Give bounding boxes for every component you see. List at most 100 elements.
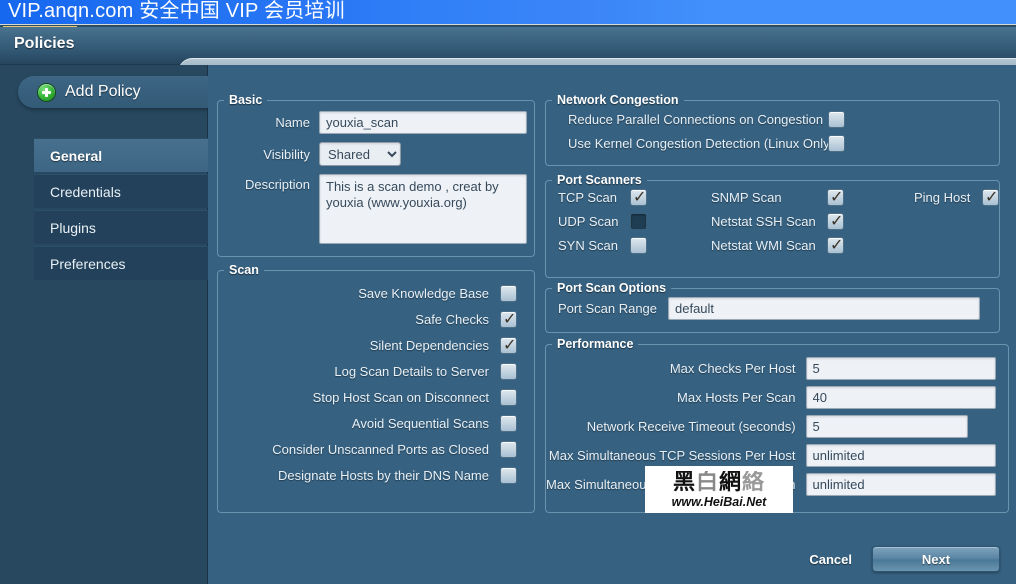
- port-scanner-row[interactable]: SNMP Scan: [711, 189, 844, 206]
- scan-option-row[interactable]: Designate Hosts by their DNS Name: [218, 462, 534, 488]
- basic-legend: Basic: [224, 93, 267, 107]
- max-simultaneous-tcp-per-scan-input[interactable]: [806, 473, 996, 496]
- scan-option-row[interactable]: Stop Host Scan on Disconnect: [218, 384, 534, 410]
- port-scanner-label: SYN Scan: [558, 238, 630, 253]
- description-label: Description: [218, 174, 310, 192]
- reduce-parallel-connections-checkbox[interactable]: [828, 111, 845, 128]
- port-scanner-label: Netstat SSH Scan: [711, 214, 827, 229]
- basic-fieldset: Basic Name Visibility Shared Private Des…: [217, 93, 535, 257]
- congestion-option-row[interactable]: Reduce Parallel Connections on Congestio…: [546, 107, 999, 131]
- max-simultaneous-tcp-per-host-input[interactable]: [806, 444, 996, 467]
- congestion-option-label: Use Kernel Congestion Detection (Linux O…: [568, 136, 828, 151]
- port-scanner-row[interactable]: UDP Scan: [558, 213, 647, 230]
- visibility-label: Visibility: [218, 147, 310, 162]
- scan-fieldset: Scan Save Knowledge Base Safe Checks Sil…: [217, 263, 535, 513]
- performance-field-label: Max Checks Per Host: [670, 361, 796, 376]
- scan-option-row[interactable]: Silent Dependencies: [218, 332, 534, 358]
- scan-option-row[interactable]: Safe Checks: [218, 306, 534, 332]
- sidebar-item-label: Plugins: [50, 220, 96, 236]
- port-scan-range-input[interactable]: [668, 297, 980, 320]
- scan-option-label: Safe Checks: [415, 312, 489, 327]
- add-policy-button[interactable]: Add Policy: [18, 76, 208, 108]
- scan-option-row[interactable]: Consider Unscanned Ports as Closed: [218, 436, 534, 462]
- port-scanner-row[interactable]: Netstat SSH Scan: [711, 213, 844, 230]
- scan-legend: Scan: [224, 263, 264, 277]
- kernel-congestion-detection-checkbox[interactable]: [828, 135, 845, 152]
- sidebar-item-general[interactable]: General: [34, 138, 208, 172]
- max-checks-per-host-input[interactable]: [806, 357, 996, 380]
- unscanned-ports-closed-checkbox[interactable]: [500, 441, 517, 458]
- port-scanner-row[interactable]: TCP Scan: [558, 189, 647, 206]
- port-scanner-label: Ping Host: [914, 190, 982, 205]
- avoid-sequential-scans-checkbox[interactable]: [500, 415, 517, 432]
- port-scanner-label: UDP Scan: [558, 214, 630, 229]
- sidebar-nav: General Credentials Plugins Preferences: [34, 138, 208, 282]
- scan-option-row[interactable]: Log Scan Details to Server: [218, 358, 534, 384]
- network-congestion-legend: Network Congestion: [552, 93, 684, 107]
- port-scanner-row[interactable]: Ping Host: [914, 189, 999, 206]
- silent-dependencies-checkbox[interactable]: [500, 337, 517, 354]
- port-scanner-row[interactable]: Netstat WMI Scan: [711, 237, 844, 254]
- ping-host-checkbox[interactable]: [982, 189, 999, 206]
- network-congestion-fieldset: Network Congestion Reduce Parallel Conne…: [545, 93, 1000, 166]
- cancel-button[interactable]: Cancel: [803, 548, 858, 571]
- network-receive-timeout-input[interactable]: [806, 415, 968, 438]
- app-header: Policies Reports Scans Policies Users: [0, 27, 1016, 65]
- sidebar-item-label: Credentials: [50, 184, 121, 200]
- designate-hosts-dns-checkbox[interactable]: [500, 467, 517, 484]
- performance-field-label: Max Hosts Per Scan: [677, 390, 796, 405]
- sidebar-item-preferences[interactable]: Preferences: [34, 246, 208, 280]
- form-footer: Cancel Next: [803, 546, 1000, 572]
- sidebar-item-label: General: [50, 148, 102, 164]
- watermark: 黑白網絡 www.HeiBai.Net: [645, 466, 793, 513]
- next-button[interactable]: Next: [872, 546, 1000, 572]
- performance-field-row: Max Checks Per Host: [546, 354, 1008, 383]
- page-title: Policies: [14, 35, 74, 53]
- stop-host-scan-checkbox[interactable]: [500, 389, 517, 406]
- snmp-scan-checkbox[interactable]: [827, 189, 844, 206]
- scan-option-row[interactable]: Save Knowledge Base: [218, 280, 534, 306]
- netstat-wmi-scan-checkbox[interactable]: [827, 237, 844, 254]
- scan-option-label: Designate Hosts by their DNS Name: [278, 468, 489, 483]
- sidebar-item-label: Preferences: [50, 256, 125, 272]
- port-scan-range-label: Port Scan Range: [558, 301, 662, 316]
- congestion-option-row[interactable]: Use Kernel Congestion Detection (Linux O…: [546, 131, 999, 155]
- sidebar-item-plugins[interactable]: Plugins: [34, 210, 208, 244]
- watermark-cn-text: 黑白網絡: [673, 471, 765, 495]
- site-title-bar: VIP.anqn.com 安全中国 VIP 会员培训: [0, 0, 1016, 25]
- scan-option-label: Log Scan Details to Server: [334, 364, 489, 379]
- scan-option-label: Save Knowledge Base: [358, 286, 489, 301]
- scan-option-label: Consider Unscanned Ports as Closed: [272, 442, 489, 457]
- safe-checks-checkbox[interactable]: [500, 311, 517, 328]
- syn-scan-checkbox[interactable]: [630, 237, 647, 254]
- port-scan-options-fieldset: Port Scan Options Port Scan Range: [545, 281, 1000, 333]
- port-scan-options-legend: Port Scan Options: [552, 281, 671, 295]
- log-scan-details-checkbox[interactable]: [500, 363, 517, 380]
- name-input[interactable]: [319, 111, 527, 134]
- port-scanners-legend: Port Scanners: [552, 173, 647, 187]
- port-scanner-label: TCP Scan: [558, 190, 630, 205]
- sidebar-item-credentials[interactable]: Credentials: [34, 174, 208, 208]
- performance-field-label: Max Simultaneous TCP Sessions Per Host: [549, 448, 796, 463]
- netstat-ssh-scan-checkbox[interactable]: [827, 213, 844, 230]
- performance-field-row: Network Receive Timeout (seconds): [546, 412, 1008, 441]
- port-scanner-row[interactable]: SYN Scan: [558, 237, 647, 254]
- scan-option-label: Avoid Sequential Scans: [352, 416, 489, 431]
- max-hosts-per-scan-input[interactable]: [806, 386, 996, 409]
- sidebar: Add Policy General Credentials Plugins P…: [0, 65, 208, 584]
- scan-option-row[interactable]: Avoid Sequential Scans: [218, 410, 534, 436]
- save-knowledge-base-checkbox[interactable]: [500, 285, 517, 302]
- scan-options-list: Save Knowledge Base Safe Checks Silent D…: [218, 280, 534, 488]
- scan-option-label: Stop Host Scan on Disconnect: [313, 390, 489, 405]
- performance-field-row: Max Hosts Per Scan: [546, 383, 1008, 412]
- udp-scan-checkbox[interactable]: [630, 213, 647, 230]
- add-policy-label: Add Policy: [65, 83, 141, 101]
- main-content: Basic Name Visibility Shared Private Des…: [208, 65, 1016, 584]
- port-scanner-label: Netstat WMI Scan: [711, 238, 827, 253]
- watermark-url-text: www.HeiBai.Net: [672, 495, 767, 509]
- visibility-select[interactable]: Shared Private: [319, 142, 401, 166]
- name-label: Name: [218, 115, 310, 130]
- tcp-scan-checkbox[interactable]: [630, 189, 647, 206]
- description-textarea[interactable]: This is a scan demo , creat by youxia (w…: [319, 174, 527, 244]
- performance-field-label: Network Receive Timeout (seconds): [587, 419, 796, 434]
